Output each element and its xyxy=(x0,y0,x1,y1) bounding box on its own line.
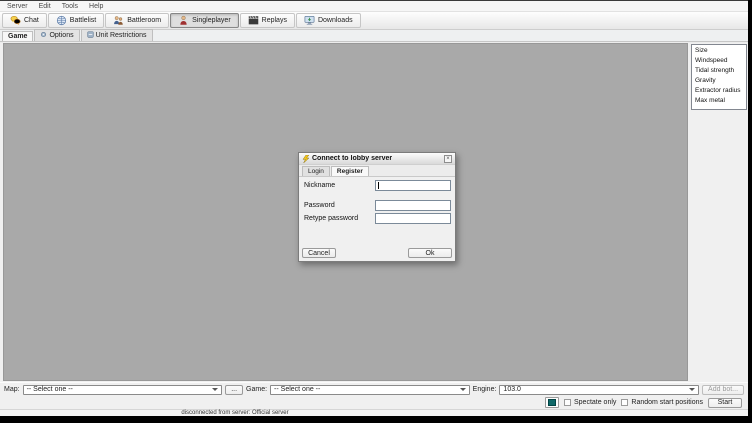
engine-select[interactable]: 103.0 xyxy=(499,385,699,395)
menu-edit[interactable]: Edit xyxy=(39,3,51,10)
map-label: Map: xyxy=(4,386,20,393)
add-bot-button[interactable]: Add bot... xyxy=(702,385,744,395)
toolbar-button-battlelist[interactable]: Battlelist xyxy=(48,13,104,28)
chat-icon xyxy=(10,15,21,26)
cancel-button[interactable]: Cancel xyxy=(302,248,336,258)
retype-password-field[interactable] xyxy=(375,213,451,224)
nickname-field[interactable] xyxy=(375,180,451,191)
chevron-down-icon xyxy=(689,388,695,391)
game-label: Game: xyxy=(246,386,267,393)
engine-select-value: 103.0 xyxy=(503,386,521,393)
engine-label: Engine: xyxy=(473,386,497,393)
tab-login[interactable]: Login xyxy=(302,166,330,176)
film-icon xyxy=(248,15,259,26)
dialog-titlebar[interactable]: Connect to lobby server × xyxy=(299,153,455,165)
nickname-label: Nickname xyxy=(304,182,335,189)
ok-button[interactable]: Ok xyxy=(408,248,452,258)
dialog-tabs: Login Register xyxy=(299,165,455,177)
map-info-panel: Size Windspeed Tidal strength Gravity Ex… xyxy=(690,43,748,381)
globe-icon xyxy=(56,15,67,26)
start-button[interactable]: Start xyxy=(708,398,742,408)
options-icon xyxy=(40,31,47,40)
main-toolbar: Chat Battlelist Battleroom Singleplayer xyxy=(0,12,748,30)
spectate-only-option: Spectate only xyxy=(564,399,616,406)
game-select-value: -- Select one -- xyxy=(274,386,320,393)
tab-unit-restrictions[interactable]: Unit Restrictions xyxy=(81,29,153,41)
app-window: Server Edit Tools Help Chat Battlelist xyxy=(0,0,752,423)
toolbar-label: Chat xyxy=(24,17,39,24)
player-color-button[interactable] xyxy=(545,397,559,408)
tab-label: Options xyxy=(49,32,73,39)
chevron-down-icon xyxy=(460,388,466,391)
tab-label: Game xyxy=(8,33,27,40)
chevron-down-icon xyxy=(212,388,218,391)
toolbar-button-battleroom[interactable]: Battleroom xyxy=(105,13,169,28)
list-item: Tidal strength xyxy=(692,66,746,76)
random-start-checkbox[interactable] xyxy=(621,399,628,406)
list-item: Windspeed xyxy=(692,56,746,66)
tab-game[interactable]: Game xyxy=(2,31,33,41)
map-select-value: -- Select one -- xyxy=(27,386,73,393)
map-select[interactable]: -- Select one -- xyxy=(23,385,223,395)
dialog-buttons: Cancel Ok xyxy=(299,248,455,259)
map-browse-button[interactable]: ... xyxy=(225,385,243,395)
text-caret xyxy=(378,182,379,189)
toolbar-label: Battlelist xyxy=(70,17,96,24)
toolbar-label: Replays xyxy=(262,17,287,24)
toolbar-label: Downloads xyxy=(318,17,353,24)
status-bar: disconnected from server: Official serve… xyxy=(0,409,748,416)
list-item: Gravity xyxy=(692,76,746,86)
menu-tools[interactable]: Tools xyxy=(62,3,78,10)
toolbar-label: Singleplayer xyxy=(192,17,231,24)
random-start-option: Random start positions xyxy=(621,399,703,406)
player-color-swatch xyxy=(548,399,556,406)
menu-help[interactable]: Help xyxy=(89,3,103,10)
toolbar-label: Battleroom xyxy=(127,17,161,24)
download-icon xyxy=(304,15,315,26)
dialog-body: Nickname Password Retype password xyxy=(299,177,455,239)
map-options-list: Size Windspeed Tidal strength Gravity Ex… xyxy=(691,44,747,110)
player-options-bar: Spectate only Random start positions Sta… xyxy=(0,396,748,409)
battleroom-tabrow: Game Options Unit Restrictions xyxy=(0,30,748,42)
retype-password-label: Retype password xyxy=(304,215,358,222)
close-icon[interactable]: × xyxy=(444,155,452,163)
selection-bar: Map: -- Select one -- ... Game: -- Selec… xyxy=(0,382,748,396)
list-item: Max metal xyxy=(692,96,746,106)
user-icon xyxy=(178,15,189,26)
menubar: Server Edit Tools Help xyxy=(0,1,748,12)
tab-options[interactable]: Options xyxy=(34,29,79,41)
tab-label: Unit Restrictions xyxy=(96,32,147,39)
menu-server[interactable]: Server xyxy=(7,3,28,10)
unit-restrictions-icon xyxy=(87,31,94,40)
password-row: Password xyxy=(299,200,455,211)
toolbar-button-singleplayer[interactable]: Singleplayer xyxy=(170,13,239,28)
spectate-only-checkbox[interactable] xyxy=(564,399,571,406)
spectate-only-label: Spectate only xyxy=(574,399,616,406)
nickname-row: Nickname xyxy=(299,180,455,191)
random-start-label: Random start positions xyxy=(631,399,703,406)
game-select[interactable]: -- Select one -- xyxy=(270,385,470,395)
tab-register[interactable]: Register xyxy=(331,166,369,176)
dialog-title: Connect to lobby server xyxy=(312,155,442,162)
connect-dialog: Connect to lobby server × Login Register… xyxy=(298,152,456,262)
toolbar-button-chat[interactable]: Chat xyxy=(2,13,47,28)
connect-icon xyxy=(302,150,310,168)
users-icon xyxy=(113,15,124,26)
toolbar-button-downloads[interactable]: Downloads xyxy=(296,13,361,28)
toolbar-button-replays[interactable]: Replays xyxy=(240,13,295,28)
list-item: Size xyxy=(692,46,746,56)
status-text: disconnected from server: Official serve… xyxy=(0,410,470,416)
list-item: Extractor radius xyxy=(692,86,746,96)
password-label: Password xyxy=(304,202,335,209)
password-field[interactable] xyxy=(375,200,451,211)
retype-password-row: Retype password xyxy=(299,213,455,224)
